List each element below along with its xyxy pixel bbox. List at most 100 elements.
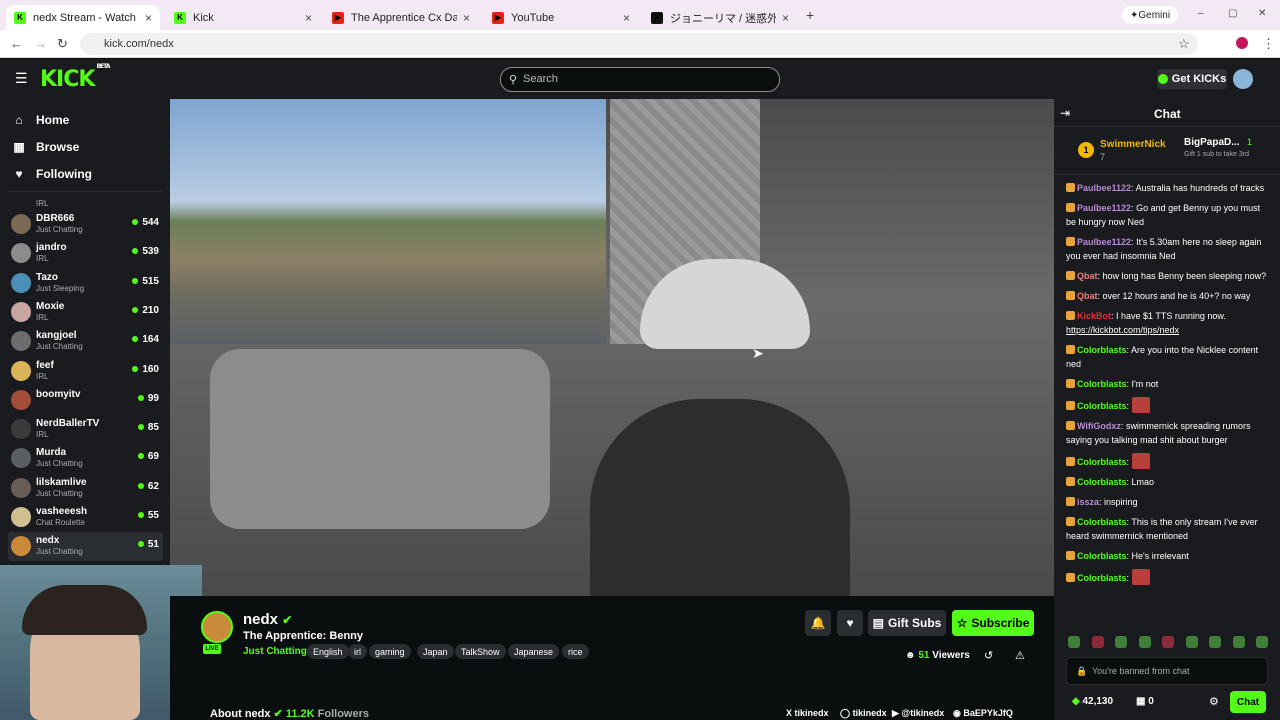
stream-tag[interactable]: English	[307, 644, 349, 659]
sidebar-channel[interactable]: vasheeesh Chat Roulette 55	[8, 503, 163, 532]
social-discord-handle: BaEPYkJfQ	[963, 708, 1013, 718]
nav-browse[interactable]: ▦ Browse	[12, 140, 79, 154]
browser-tab[interactable]: ▶ The Apprentice Cx Day 1 Highli ×	[324, 5, 478, 30]
kicks-balance[interactable]: ◆ 42,130	[1072, 696, 1113, 707]
share-icon[interactable]: ↺	[984, 649, 993, 662]
sidebar-channel[interactable]: nedx Just Chatting 51	[8, 532, 163, 562]
tab-close-icon[interactable]: ×	[305, 11, 312, 25]
stream-tag[interactable]: gaming	[369, 644, 411, 659]
new-tab-icon[interactable]: +	[806, 7, 814, 23]
profile-avatar[interactable]	[1236, 37, 1248, 49]
tab-close-icon[interactable]: ×	[782, 11, 789, 25]
follow-heart-button[interactable]: ♥	[837, 610, 863, 636]
get-kicks-button[interactable]: Get KICKs	[1157, 69, 1227, 89]
quick-emote[interactable]	[1185, 636, 1198, 648]
chat-username[interactable]: Qbat	[1077, 271, 1098, 281]
sidebar-channel[interactable]: Murda Just Chatting 69	[8, 444, 163, 473]
chat-username[interactable]: Paulbee1122	[1077, 237, 1131, 247]
chat-username[interactable]: Colorblasts	[1077, 457, 1127, 467]
browser-tab[interactable]: K Kick ×	[166, 5, 320, 30]
chat-input[interactable]: 🔒 You're banned from chat	[1066, 657, 1268, 685]
back-icon[interactable]: ←	[10, 36, 23, 51]
social-youtube[interactable]: ▶ @tikinedx	[892, 708, 944, 719]
quick-emote[interactable]	[1162, 636, 1174, 648]
chat-username[interactable]: WifiGodxz	[1077, 421, 1121, 431]
quick-emote[interactable]	[1115, 636, 1127, 648]
nav-following[interactable]: ♥ Following	[12, 167, 92, 181]
stream-category[interactable]: Just Chatting	[243, 646, 307, 657]
stream-tag[interactable]: Japanese	[508, 644, 560, 659]
tab-close-icon[interactable]: ×	[463, 11, 470, 25]
browser-tab[interactable]: Knedx Stream - Watch Live o ×	[6, 5, 160, 30]
forward-icon[interactable]: →	[34, 36, 47, 51]
sidebar-channel[interactable]: boomyitv 99	[8, 386, 163, 415]
quick-emote[interactable]	[1068, 636, 1080, 648]
sidebar-channel[interactable]: Tazo Just Sleeping 515	[8, 269, 163, 298]
collapse-chat-icon[interactable]: ⇥	[1060, 106, 1070, 120]
chat-username[interactable]: Colorblasts	[1077, 401, 1127, 411]
chat-username[interactable]: Colorblasts	[1077, 517, 1127, 527]
stream-tag[interactable]: TalkShow	[455, 644, 506, 659]
points-balance[interactable]: ▦ 0	[1136, 696, 1154, 707]
close-window-icon[interactable]: ✕	[1258, 8, 1266, 19]
chat-username[interactable]: Colorblasts	[1077, 477, 1127, 487]
chat-username[interactable]: issza	[1077, 497, 1099, 507]
sidebar-channel[interactable]: lilskamlive Just Chatting 62	[8, 474, 163, 503]
quick-emote[interactable]	[1138, 636, 1151, 648]
chat-username[interactable]: Qbat	[1077, 291, 1098, 301]
stream-tag[interactable]: Japan	[417, 644, 454, 659]
gift-subs-button[interactable]: ▤ Gift Subs	[868, 610, 946, 636]
nav-home[interactable]: ⌂ Home	[12, 113, 69, 127]
notification-bell-button[interactable]: 🔔	[805, 610, 831, 636]
second-gifter-name[interactable]: BigPapaD...	[1184, 137, 1240, 148]
sidebar-channel[interactable]: NerdBallerTV IRL 85	[8, 415, 163, 444]
top-gifter-name[interactable]: SwimmerNick	[1100, 139, 1166, 150]
social-discord[interactable]: ◉ BaEPYkJfQ	[953, 708, 1013, 719]
stream-tag[interactable]: rice	[562, 644, 589, 659]
browser-tab[interactable]: ▶ YouTube ×	[484, 5, 638, 30]
address-bar[interactable]: kick.com/nedx	[80, 33, 1198, 55]
chat-username[interactable]: Colorblasts	[1077, 573, 1127, 583]
sidebar-channel[interactable]: jandro IRL 539	[8, 239, 163, 268]
search-input[interactable]: ⚲ Search	[500, 67, 780, 92]
subscribe-button[interactable]: ☆ Subscribe	[952, 610, 1034, 636]
minimize-icon[interactable]: –	[1198, 8, 1204, 19]
sidebar-channel[interactable]: kangjoel Just Chatting 164	[8, 327, 163, 356]
quick-emote[interactable]	[1232, 636, 1245, 648]
tab-title: Kick	[193, 11, 214, 24]
bookmark-star-icon[interactable]: ☆	[1178, 36, 1190, 52]
chat-username[interactable]: Colorblasts	[1077, 379, 1127, 389]
social-x[interactable]: X tikinedx	[786, 708, 829, 718]
social-instagram[interactable]: ◯ tikinedx	[840, 708, 887, 719]
gemini-button[interactable]: ✦ Gemini	[1122, 6, 1179, 24]
channel-name: kangjoel	[36, 330, 77, 342]
quick-emote[interactable]	[1091, 636, 1104, 648]
sidebar-channel[interactable]: DBR666 Just Chatting 544	[8, 210, 163, 239]
chat-username[interactable]: KickBot	[1077, 311, 1111, 321]
hamburger-menu-icon[interactable]: ☰	[15, 70, 28, 87]
quick-emote[interactable]	[1209, 636, 1221, 648]
browser-tab[interactable]: X ジョニーリマ / 迷惑外国人探索 ×	[643, 5, 797, 30]
reload-icon[interactable]: ↻	[57, 36, 68, 52]
browser-menu-icon[interactable]: ⋮	[1262, 36, 1275, 52]
chat-link[interactable]: https://kickbot.com/tips/nedx	[1066, 325, 1179, 335]
tab-close-icon[interactable]: ×	[145, 11, 152, 25]
user-avatar[interactable]	[1233, 69, 1253, 89]
chat-username[interactable]: Paulbee1122	[1077, 203, 1131, 213]
sidebar-channel[interactable]: Moxie IRL 210	[8, 298, 163, 327]
chat-username[interactable]: Colorblasts	[1077, 345, 1127, 355]
streamer-avatar[interactable]	[201, 611, 233, 643]
send-chat-button[interactable]: Chat	[1230, 691, 1266, 713]
streamer-name[interactable]: nedx ✔	[243, 611, 292, 628]
chat-username[interactable]: Colorblasts	[1077, 551, 1127, 561]
report-icon[interactable]: ⚠	[1015, 649, 1025, 662]
quick-emote[interactable]	[1256, 636, 1268, 648]
kick-logo[interactable]: KICKBETA	[40, 63, 110, 92]
stream-tag[interactable]: irl	[348, 644, 367, 659]
sidebar-channel[interactable]: feef IRL 160	[8, 357, 163, 386]
tab-close-icon[interactable]: ×	[623, 11, 630, 25]
maximize-icon[interactable]: ▢	[1228, 8, 1237, 19]
chat-username[interactable]: Paulbee1122	[1077, 183, 1131, 193]
settings-gear-icon[interactable]: ⚙	[1209, 695, 1219, 708]
video-player[interactable]: ➤	[170, 99, 1054, 596]
